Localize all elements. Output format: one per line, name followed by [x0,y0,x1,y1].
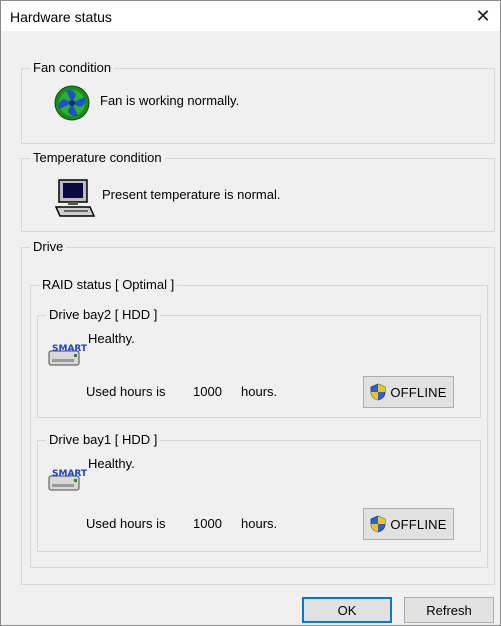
temperature-condition-group: Temperature condition Present temperatur… [21,150,495,232]
drive-bay1-used-unit: hours. [241,516,278,531]
smart-drive-icon: SMART [48,467,87,493]
uac-shield-icon [370,515,386,533]
drive-bay2-used-unit: hours. [241,384,278,399]
temperature-status-text: Present temperature is normal. [102,187,281,202]
smart-label: SMART [52,344,88,354]
refresh-button[interactable]: Refresh [404,597,494,623]
drive-bay1-used-prefix: Used hours is [86,516,166,531]
drive-bay2-health: Healthy. [88,331,135,346]
title-bar: Hardware status ✕ [1,1,500,31]
computer-icon [54,179,96,217]
fan-condition-group: Fan condition Fan is working normally. [21,60,495,144]
drive-bay2-label: Drive bay2 [ HDD ] [46,307,161,323]
drive-bay1-used-value: 1000 [193,516,222,531]
close-button[interactable]: ✕ [468,1,498,31]
hardware-status-dialog: Hardware status ✕ Fan condition Fan is w… [0,0,501,626]
drive-bay2-offline-button[interactable]: OFFLINE [363,376,454,408]
drive-bay1-offline-button[interactable]: OFFLINE [363,508,454,540]
close-icon: ✕ [475,6,491,26]
offline-button-label: OFFLINE [390,384,447,400]
temperature-condition-label: Temperature condition [30,150,165,166]
smart-label: SMART [52,469,88,479]
drive-bay2-used-value: 1000 [193,384,222,399]
refresh-button-label: Refresh [426,602,472,618]
drive-bay1-group: Drive bay1 [ HDD ] SMART Healthy. Used h… [37,432,481,552]
drive-bay2-used-prefix: Used hours is [86,384,166,399]
smart-drive-icon: SMART [48,342,87,368]
fan-condition-label: Fan condition [30,60,115,76]
ok-button-label: OK [337,602,357,618]
offline-button-label: OFFLINE [390,516,447,532]
raid-status-label: RAID status [ Optimal ] [39,277,178,293]
uac-shield-icon [370,383,386,401]
drive-bay1-health: Healthy. [88,456,135,471]
drive-bay1-label: Drive bay1 [ HDD ] [46,432,161,448]
window-title: Hardware status [10,9,112,25]
drive-label: Drive [30,239,67,255]
drive-group: Drive RAID status [ Optimal ] Drive bay2… [21,239,495,585]
fan-status-text: Fan is working normally. [100,93,240,108]
drive-bay2-group: Drive bay2 [ HDD ] SMART Healthy. Used h… [37,307,481,418]
fan-icon [54,85,90,121]
raid-status-group: RAID status [ Optimal ] Drive bay2 [ HDD… [30,277,488,568]
ok-button[interactable]: OK [302,597,392,623]
